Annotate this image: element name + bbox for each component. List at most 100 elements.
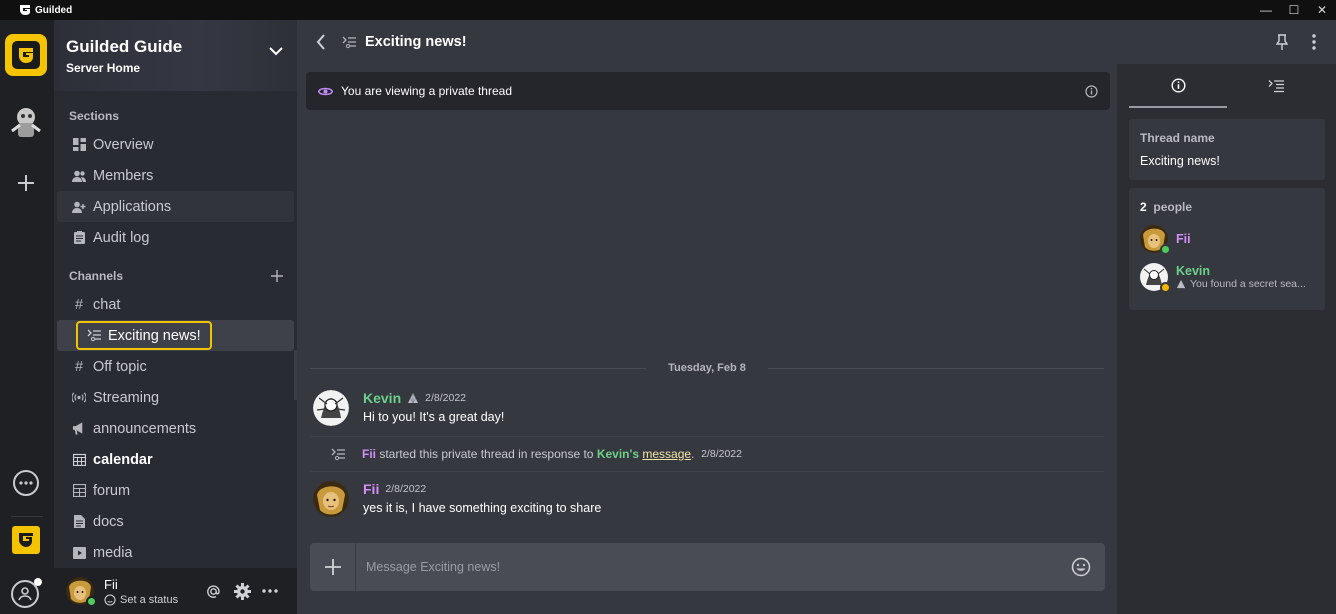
avatar[interactable] — [313, 390, 349, 426]
back-chevron-icon[interactable] — [316, 34, 326, 50]
notice-starter[interactable]: Fii — [362, 447, 376, 461]
channel-off-topic[interactable]: # Off topic — [57, 351, 294, 382]
info-icon[interactable] — [1085, 84, 1098, 98]
message-author[interactable]: Fii — [363, 481, 379, 497]
channel-thread-exciting-news[interactable]: Exciting news! — [57, 320, 294, 351]
smiley-plus-icon — [104, 593, 116, 606]
message-composer — [310, 543, 1105, 591]
channel-calendar[interactable]: calendar — [57, 444, 294, 475]
message-input[interactable] — [356, 560, 1071, 574]
server-header[interactable]: Guilded Guide Server Home — [54, 20, 297, 91]
thread-icon — [342, 36, 356, 48]
server-avatar-2[interactable] — [5, 102, 47, 144]
idle-status-dot — [1160, 282, 1171, 293]
plus-icon — [324, 559, 341, 575]
megaphone-icon — [72, 422, 86, 435]
more-horizontal-icon[interactable] — [262, 589, 278, 593]
notice-time: 2/8/2022 — [701, 448, 742, 460]
message-author[interactable]: Kevin — [363, 390, 401, 406]
server-guilded-guide[interactable] — [5, 34, 47, 76]
community-button[interactable] — [5, 572, 47, 614]
guilded-home-button[interactable] — [5, 519, 47, 561]
rail-divider — [11, 516, 43, 517]
direct-messages-button[interactable] — [5, 462, 47, 504]
sections-heading: Sections — [69, 109, 120, 123]
channel-announcements[interactable]: announcements — [57, 413, 294, 444]
thread-main: You are viewing a private thread Tuesday… — [297, 20, 1117, 614]
sidebar-item-label: Overview — [93, 136, 154, 153]
server-subtitle: Server Home — [66, 60, 141, 75]
notice-message-link[interactable]: message — [642, 447, 691, 461]
app-brand: Guilded — [19, 4, 72, 16]
channel-label: media — [93, 544, 133, 561]
username: Fii — [104, 576, 118, 592]
tab-threads[interactable] — [1227, 64, 1325, 108]
channels-title: Channels — [69, 269, 124, 283]
chevron-down-icon — [269, 47, 283, 56]
channel-media[interactable]: media — [57, 537, 294, 568]
thread-name-label: Thread name — [1140, 131, 1215, 145]
thread-members-card: 2 people Fii Kevin You found a secret se… — [1129, 188, 1325, 310]
app-title: Guilded — [35, 4, 73, 16]
notice-ref-author[interactable]: Kevin's — [597, 447, 639, 461]
member-fii[interactable]: Fii — [1140, 220, 1325, 258]
thread-title: Exciting news! — [365, 34, 467, 50]
sidebar-item-applications[interactable]: Applications — [57, 191, 294, 222]
tab-info[interactable] — [1129, 64, 1227, 108]
mention-icon[interactable] — [206, 584, 221, 599]
clipboard-icon — [72, 231, 86, 244]
server-rail — [0, 20, 54, 614]
member-kevin[interactable]: Kevin You found a secret sea... — [1140, 258, 1325, 296]
channel-label: docs — [93, 513, 124, 530]
avatar[interactable] — [313, 481, 349, 517]
channel-label: Streaming — [93, 389, 160, 406]
pin-icon[interactable] — [1276, 34, 1288, 50]
hashtag-icon: # — [74, 296, 84, 313]
thread-header: Exciting news! — [297, 20, 1336, 64]
close-icon[interactable]: ✕ — [1308, 0, 1336, 20]
channel-streaming[interactable]: Streaming — [57, 382, 294, 413]
avatar — [1140, 225, 1171, 255]
channels-heading: Channels — [54, 267, 297, 285]
title-bar: Guilded — ☐ ✕ — [0, 0, 1336, 20]
channel-forum[interactable]: forum — [57, 475, 294, 506]
emoji-icon[interactable] — [1071, 557, 1091, 577]
status-label: Set a status — [120, 593, 179, 606]
message-kevin: Kevin 2/8/2022 Hi to you! It's a great d… — [310, 390, 1104, 426]
set-status-button[interactable]: Set a status — [104, 594, 178, 606]
message-time: 2/8/2022 — [385, 483, 427, 495]
minimize-icon[interactable]: — — [1252, 0, 1280, 20]
sidebar-item-audit-log[interactable]: Audit log — [57, 222, 294, 253]
hashtag-icon: # — [74, 358, 84, 375]
robot-server-icon — [11, 108, 41, 137]
channel-docs[interactable]: docs — [57, 506, 294, 537]
seashell-badge-icon — [1176, 279, 1186, 289]
add-server-button[interactable] — [5, 162, 47, 204]
channel-chat[interactable]: # chat — [57, 289, 294, 320]
message-text: yes it is, I have something exciting to … — [363, 501, 602, 515]
sidebar-item-overview[interactable]: Overview — [57, 129, 294, 160]
forum-icon — [72, 484, 86, 497]
channel-label: chat — [93, 296, 121, 313]
message-time: 2/8/2022 — [425, 392, 466, 404]
banner-text: You are viewing a private thread — [341, 84, 512, 98]
calendar-icon — [72, 453, 86, 466]
sidebar-item-members[interactable]: Members — [57, 160, 294, 191]
seashell-badge-icon — [408, 393, 419, 404]
sidebar-item-label: Members — [93, 167, 154, 184]
attach-button[interactable] — [310, 543, 356, 591]
people-heading: 2 people — [1140, 200, 1325, 214]
plus-icon — [18, 175, 34, 191]
guilded-logo-icon — [20, 5, 30, 15]
more-vertical-icon[interactable] — [1312, 34, 1316, 50]
maximize-icon[interactable]: ☐ — [1280, 0, 1308, 20]
guilded-logo-icon — [12, 526, 40, 554]
add-channel-icon[interactable] — [271, 270, 283, 282]
online-status-dot — [1160, 244, 1171, 255]
add-user-icon — [72, 201, 86, 213]
thread-list-icon — [1268, 80, 1284, 93]
avatar[interactable] — [66, 577, 97, 607]
notice-text: started this private thread in response … — [379, 447, 594, 461]
gear-icon[interactable] — [234, 583, 251, 600]
thread-started-notice: Fii started this private thread in respo… — [310, 436, 1104, 472]
